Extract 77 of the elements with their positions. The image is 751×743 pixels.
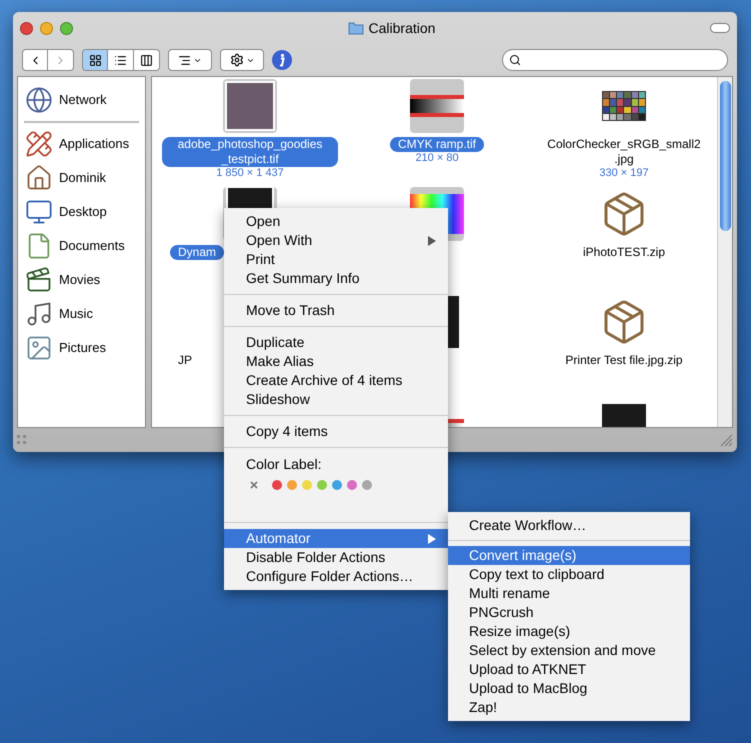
sidebar-item[interactable]: Desktop: [22, 195, 141, 229]
sidebar-item[interactable]: Pictures: [22, 331, 141, 365]
back-button[interactable]: [22, 49, 48, 71]
menu-item[interactable]: Move to Trash: [224, 301, 448, 320]
close-button[interactable]: [20, 22, 33, 34]
pencil-ruler-icon: [25, 130, 53, 158]
music-note-icon: [25, 300, 53, 328]
no-label-icon[interactable]: [250, 481, 258, 489]
forward-button[interactable]: [48, 49, 74, 71]
sidebar-item[interactable]: Applications: [22, 127, 141, 161]
menu-item[interactable]: Open: [224, 212, 448, 231]
sidebar-item[interactable]: Network: [22, 83, 141, 117]
scrollbar[interactable]: [717, 77, 732, 427]
search-field[interactable]: [502, 49, 728, 71]
image-dimensions: 330 × 197: [599, 167, 649, 180]
menu-item[interactable]: Upload to MacBlog: [448, 679, 690, 698]
minimize-button[interactable]: [40, 22, 53, 34]
menu-item[interactable]: Select by extension and move: [448, 641, 690, 660]
menu-item[interactable]: Disable Folder Actions: [224, 548, 448, 567]
folder-icon: [348, 21, 364, 35]
clapperboard-icon: [25, 266, 53, 294]
file-name[interactable]: Dynam: [170, 245, 224, 260]
menu-item[interactable]: Get Summary Info: [224, 269, 448, 288]
file-name[interactable]: CMYK ramp.tif: [390, 137, 484, 152]
desktop-icon: [25, 198, 53, 226]
image-thumbnail: [225, 81, 275, 131]
resize-dots-icon: [17, 435, 27, 445]
menu-item[interactable]: Slideshow: [224, 390, 448, 409]
gradient-thumbnail: [410, 95, 464, 117]
color-checker-thumbnail: [602, 91, 646, 121]
file-name[interactable]: JP: [170, 353, 200, 368]
zoom-button[interactable]: [60, 22, 73, 34]
menu-item[interactable]: PNGcrush: [448, 603, 690, 622]
globe-icon: [25, 86, 53, 114]
menu-item[interactable]: Convert image(s): [448, 546, 690, 565]
sidebar-item[interactable]: Music: [22, 297, 141, 331]
menu-item[interactable]: Print: [224, 250, 448, 269]
house-icon: [25, 164, 53, 192]
menu-item[interactable]: Create Workflow…: [448, 516, 690, 535]
sidebar-item[interactable]: Dominik: [22, 161, 141, 195]
menu-item[interactable]: Resize image(s): [448, 622, 690, 641]
toolbar-toggle-button[interactable]: [710, 23, 730, 33]
menu-item[interactable]: Upload to ATKNET: [448, 660, 690, 679]
menu-item[interactable]: Zap!: [448, 698, 690, 717]
info-icon[interactable]: [272, 50, 292, 70]
file-name[interactable]: adobe_photoshop_goodies _testpict.tif: [162, 137, 338, 167]
menu-label: Color Label:: [245, 455, 322, 474]
menu-item[interactable]: Make Alias: [224, 352, 448, 371]
menu-item[interactable]: Open With: [224, 231, 448, 250]
menu-item[interactable]: Duplicate: [224, 333, 448, 352]
sidebar-item[interactable]: Documents: [22, 229, 141, 263]
window-title: Calibration: [368, 18, 436, 38]
menu-item[interactable]: Copy text to clipboard: [448, 565, 690, 584]
list-view-icon: [114, 54, 127, 66]
file-name[interactable]: iPhotoTEST.zip: [574, 245, 674, 260]
menu-item[interactable]: Copy 4 items: [224, 422, 448, 441]
arrange-button[interactable]: [168, 49, 212, 71]
view-button[interactable]: [82, 49, 108, 71]
gear-icon: [230, 53, 244, 67]
image-dimensions: 1 850 × 1 437: [216, 167, 284, 180]
resize-grip-icon[interactable]: [719, 433, 733, 447]
sidebar-item[interactable]: Movies: [22, 263, 141, 297]
arrange-lines-icon: [178, 54, 191, 66]
menu-item[interactable]: Create Archive of 4 items: [224, 371, 448, 390]
picture-frame-icon: [25, 334, 53, 362]
action-button[interactable]: [220, 49, 264, 71]
menu-item[interactable]: Automator: [224, 529, 448, 548]
image-dimensions: 210 × 80: [415, 152, 459, 165]
file-name[interactable]: ColorChecker_sRGB_small2 .jpg: [536, 137, 712, 167]
search-icon: [509, 54, 521, 66]
menu-item[interactable]: Configure Folder Actions…: [224, 567, 448, 586]
file-name[interactable]: Printer Test file.jpg.zip: [557, 353, 691, 368]
icon-view-icon: [88, 54, 102, 66]
menu-item[interactable]: Multi rename: [448, 584, 690, 603]
view-button[interactable]: [108, 49, 134, 71]
view-button[interactable]: [134, 49, 160, 71]
column-view-icon: [140, 54, 153, 66]
